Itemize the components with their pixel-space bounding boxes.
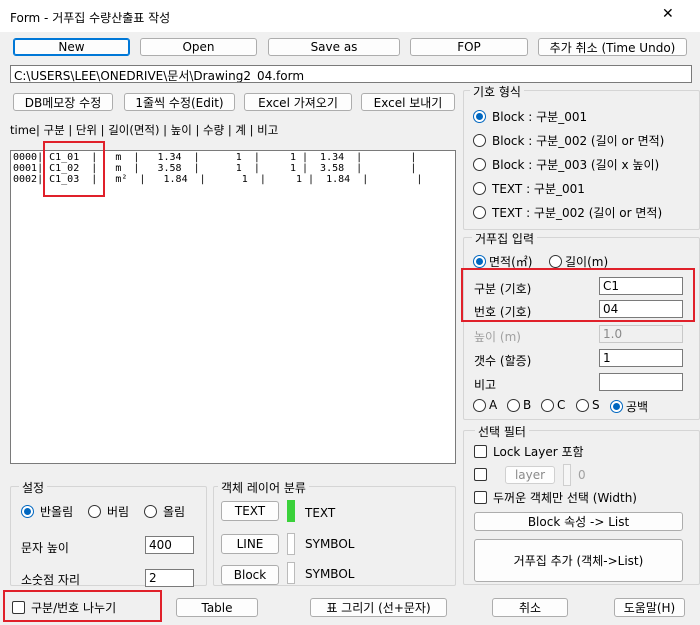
note-option-blank[interactable]: 공백 bbox=[610, 398, 648, 415]
list-header: time| 구분 | 단위 | 길이(면적) | 높이 | 수량 | 계 | 비… bbox=[10, 123, 279, 137]
radio-icon[interactable] bbox=[144, 505, 157, 518]
layer-color-swatch bbox=[287, 500, 295, 522]
symbol-option-1[interactable]: Block : 구분_001 bbox=[473, 108, 587, 125]
layer-block-button[interactable]: Block bbox=[221, 565, 279, 585]
option-label: 공백 bbox=[626, 400, 649, 414]
symbol-option-5[interactable]: TEXT : 구분_002 (길이 or 면적) bbox=[473, 204, 662, 221]
layer-checkbox[interactable] bbox=[474, 468, 487, 481]
radio-icon[interactable] bbox=[473, 110, 486, 123]
table-button[interactable]: Table bbox=[176, 598, 258, 617]
option-label: Block : 구분_002 (길이 or 면적) bbox=[492, 134, 665, 148]
option-label: Block : 구분_003 (길이 x 높이) bbox=[492, 158, 660, 172]
cancel-button[interactable]: 취소 bbox=[492, 598, 568, 617]
decimal-label: 소숫점 자리 bbox=[21, 573, 81, 587]
checkbox-icon[interactable] bbox=[474, 491, 487, 504]
text-height-label: 문자 높이 bbox=[21, 541, 69, 555]
note-option-c[interactable]: C bbox=[541, 398, 565, 412]
note-field[interactable] bbox=[599, 373, 683, 391]
new-button[interactable]: New bbox=[13, 38, 130, 56]
floor-option[interactable]: 버림 bbox=[88, 503, 129, 520]
count-field[interactable]: 1 bbox=[599, 349, 683, 367]
ceil-option[interactable]: 올림 bbox=[144, 503, 185, 520]
radio-icon[interactable] bbox=[541, 398, 554, 412]
radio-icon[interactable] bbox=[610, 400, 623, 413]
note-option-b[interactable]: B bbox=[507, 398, 531, 412]
layer-name: SYMBOL bbox=[305, 567, 355, 581]
radio-icon[interactable] bbox=[473, 206, 486, 219]
radio-icon[interactable] bbox=[576, 398, 589, 412]
option-label: 올림 bbox=[163, 505, 186, 519]
add-formwork-button[interactable]: 거푸집 추가 (객체->List) bbox=[474, 539, 683, 582]
layer-text-button[interactable]: TEXT bbox=[221, 501, 279, 521]
option-label: 버림 bbox=[107, 505, 130, 519]
symbol-format-title: 기호 형식 bbox=[470, 83, 524, 100]
option-label: C bbox=[557, 398, 566, 412]
option-label: Block : 구분_001 bbox=[492, 110, 588, 124]
data-list[interactable]: 0000| C1_01 | m | 1.34 | 1 | 1 | 1.34 | … bbox=[10, 150, 456, 464]
highlight-box bbox=[461, 268, 695, 322]
option-label: 반올림 bbox=[40, 505, 74, 519]
radio-icon[interactable] bbox=[473, 255, 486, 268]
note-option-a[interactable]: A bbox=[473, 398, 497, 412]
checkbox-icon[interactable] bbox=[474, 445, 487, 458]
radio-icon[interactable] bbox=[549, 255, 562, 268]
symbol-option-4[interactable]: TEXT : 구분_001 bbox=[473, 180, 585, 197]
layer-color-swatch bbox=[287, 533, 295, 555]
help-button[interactable]: 도움말(H) bbox=[614, 598, 685, 617]
excel-export-button[interactable]: Excel 보내기 bbox=[361, 93, 455, 111]
height-field[interactable]: 1.0 bbox=[599, 325, 683, 343]
layer-color-swatch bbox=[287, 562, 295, 584]
note-label: 비고 bbox=[474, 378, 497, 392]
count-label: 갯수 (할증) bbox=[474, 354, 532, 368]
layer-line-button[interactable]: LINE bbox=[221, 534, 279, 554]
thick-only-option[interactable]: 두꺼운 객체만 선택 (Width) bbox=[474, 489, 637, 506]
radio-icon[interactable] bbox=[473, 158, 486, 171]
undo-add-button[interactable]: 추가 취소 (Time Undo) bbox=[538, 38, 687, 56]
option-label: B bbox=[523, 398, 532, 412]
round-option[interactable]: 반올림 bbox=[21, 503, 73, 520]
block-to-list-button[interactable]: Block 속성 -> List bbox=[474, 512, 683, 531]
symbol-option-3[interactable]: Block : 구분_003 (길이 x 높이) bbox=[473, 156, 659, 173]
radio-icon[interactable] bbox=[473, 182, 486, 195]
open-button[interactable]: Open bbox=[140, 38, 257, 56]
radio-icon[interactable] bbox=[473, 134, 486, 147]
draw-table-button[interactable]: 표 그리기 (선+문자) bbox=[310, 598, 447, 617]
db-memo-button[interactable]: DB메모장 수정 bbox=[13, 93, 113, 111]
height-label: 높이 (m) bbox=[474, 330, 521, 344]
fop-button[interactable]: FOP bbox=[410, 38, 528, 56]
file-path-field[interactable]: C:\USERS\LEE\ONEDRIVE\문서\Drawing2_04.for… bbox=[10, 65, 692, 83]
settings-title: 설정 bbox=[19, 479, 48, 496]
option-label: 두꺼운 객체만 선택 (Width) bbox=[493, 491, 637, 505]
window-title: Form - 거푸집 수량산출표 작성 bbox=[10, 11, 171, 25]
radio-icon[interactable] bbox=[473, 398, 486, 412]
highlight-box bbox=[3, 590, 162, 622]
radio-icon[interactable] bbox=[88, 505, 101, 518]
layer-value: 0 bbox=[578, 468, 586, 482]
radio-icon[interactable] bbox=[507, 398, 520, 412]
excel-import-button[interactable]: Excel 가져오기 bbox=[244, 93, 352, 111]
option-label: A bbox=[489, 398, 498, 412]
decimal-field[interactable]: 2 bbox=[145, 569, 194, 587]
note-option-s[interactable]: S bbox=[576, 398, 600, 412]
option-label: Lock Layer 포함 bbox=[493, 445, 584, 459]
layer-button[interactable]: layer bbox=[505, 466, 555, 484]
radio-icon[interactable] bbox=[21, 505, 34, 518]
option-label: TEXT : 구분_001 bbox=[492, 182, 585, 196]
symbol-option-2[interactable]: Block : 구분_002 (길이 or 면적) bbox=[473, 132, 664, 149]
layer-name: TEXT bbox=[305, 506, 336, 520]
text-height-field[interactable]: 400 bbox=[145, 536, 194, 554]
save-as-button[interactable]: Save as bbox=[268, 38, 400, 56]
edit-one-button[interactable]: 1줄씩 수정(Edit) bbox=[124, 93, 235, 111]
highlight-box bbox=[43, 141, 105, 197]
layer-color-swatch bbox=[563, 464, 571, 486]
layer-class-title: 객체 레이어 분류 bbox=[218, 479, 309, 496]
formwork-input-title: 거푸집 입력 bbox=[472, 230, 538, 247]
layer-name: SYMBOL bbox=[305, 537, 355, 551]
close-icon[interactable]: ✕ bbox=[662, 6, 674, 22]
option-label: TEXT : 구분_002 (길이 or 면적) bbox=[492, 206, 663, 220]
lock-layer-option[interactable]: Lock Layer 포함 bbox=[474, 443, 584, 460]
selection-filter-title: 선택 필터 bbox=[475, 423, 529, 440]
option-label: S bbox=[592, 398, 600, 412]
